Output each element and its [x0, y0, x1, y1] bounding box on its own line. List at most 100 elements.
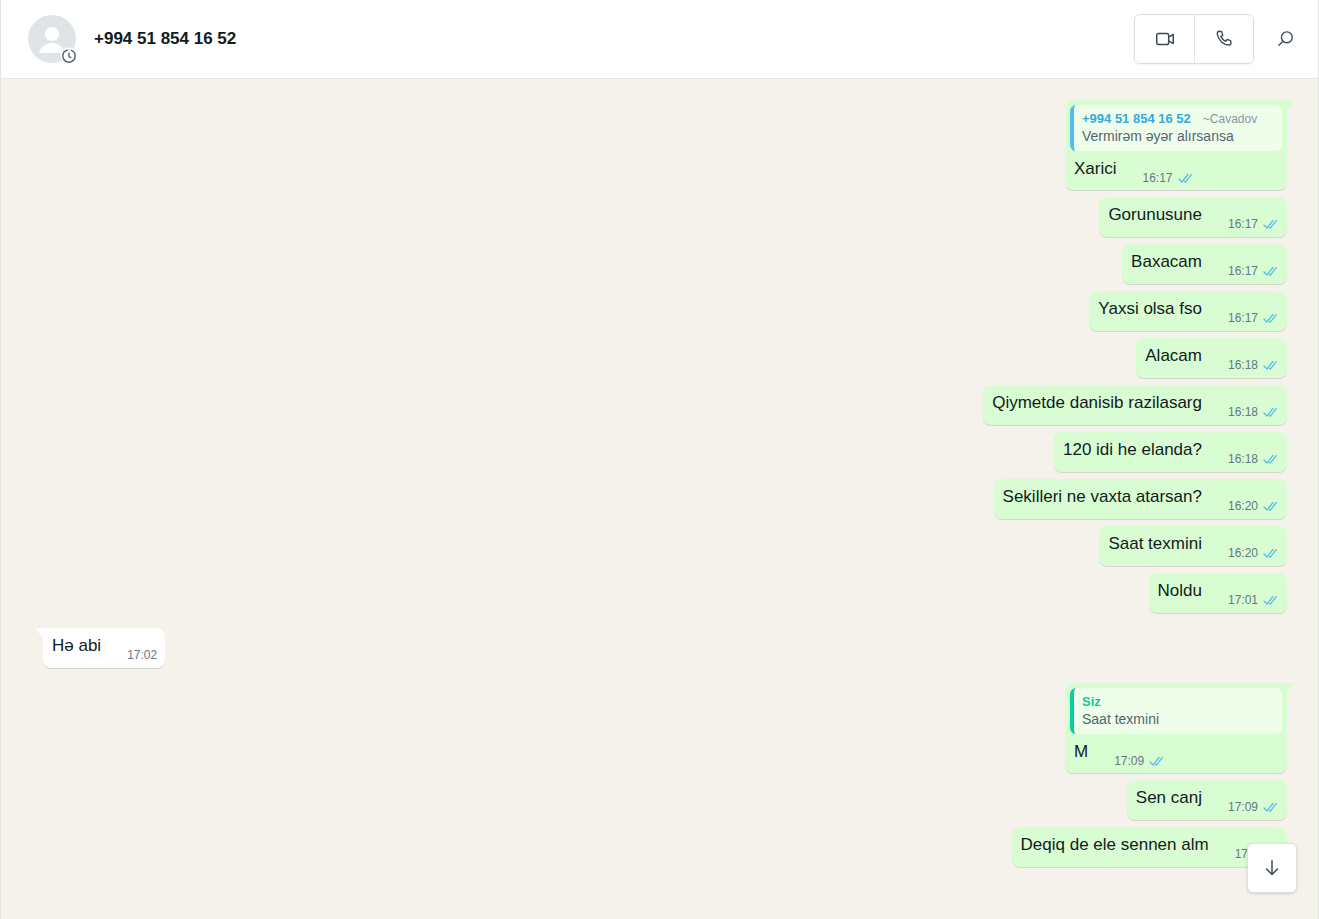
- chat-window: +994 51 854 16 52 +994 51 854 16 52 ~Cav…: [0, 0, 1319, 919]
- read-ticks-icon: [1263, 501, 1279, 512]
- message-time: 17:02: [127, 648, 157, 662]
- message-text: Alacam: [1145, 344, 1202, 367]
- contact-name[interactable]: +994 51 854 16 52: [94, 29, 1134, 49]
- message-text: Qiymetde danisib razilasarg: [992, 391, 1202, 414]
- message-row: Hə abi 17:02: [43, 628, 1287, 668]
- read-ticks-icon: [1149, 756, 1165, 767]
- message-list: +994 51 854 16 52 ~Cavadov Vermirəm əyər…: [1, 79, 1318, 919]
- message-row: Saat texmini 16:20: [43, 526, 1287, 566]
- message-bubble[interactable]: Saat texmini 16:20: [1099, 526, 1287, 566]
- quoted-message[interactable]: Siz Saat texmini: [1070, 688, 1282, 734]
- quote-push-name: ~Cavadov: [1203, 112, 1257, 126]
- message-time: 16:20: [1228, 499, 1258, 513]
- message-bubble[interactable]: Sen canj 17:09: [1127, 780, 1287, 820]
- message-meta: 16:20: [1228, 546, 1279, 560]
- message-time: 16:17: [1228, 217, 1258, 231]
- message-meta: 16:18: [1228, 452, 1279, 466]
- search-button[interactable]: [1274, 27, 1298, 51]
- message-meta: 16:17: [1143, 171, 1194, 185]
- message-meta: 17:02: [127, 648, 157, 662]
- message-text: Gorunusune: [1108, 203, 1202, 226]
- message-text: Sekilleri ne vaxta atarsan?: [1003, 485, 1202, 508]
- read-ticks-icon: [1263, 595, 1279, 606]
- search-icon: [1276, 29, 1296, 49]
- video-call-button[interactable]: [1135, 15, 1194, 63]
- read-ticks-icon: [1263, 313, 1279, 324]
- video-icon: [1154, 28, 1176, 50]
- message-row: Alacam 16:18: [43, 338, 1287, 378]
- read-ticks-icon: [1263, 802, 1279, 813]
- message-text: Hə abi: [52, 634, 101, 657]
- phone-icon: [1213, 28, 1235, 50]
- message-time: 16:20: [1228, 546, 1258, 560]
- message-row: Siz Saat texmini M 17:09: [43, 683, 1287, 773]
- message-meta: 16:17: [1228, 311, 1279, 325]
- message-meta: 17:01: [1228, 593, 1279, 607]
- message-time: 16:17: [1143, 171, 1173, 185]
- scroll-down-button[interactable]: [1247, 843, 1297, 893]
- message-bubble[interactable]: Sekilleri ne vaxta atarsan? 16:20: [994, 479, 1287, 519]
- message-time: 16:17: [1228, 311, 1258, 325]
- message-bubble[interactable]: Qiymetde danisib razilasarg 16:18: [983, 385, 1287, 425]
- quote-author: Siz: [1082, 694, 1101, 709]
- message-meta: 17:09: [1228, 800, 1279, 814]
- message-meta: 16:20: [1228, 499, 1279, 513]
- message-row: 120 idi he elanda? 16:18: [43, 432, 1287, 472]
- message-meta: 17:09: [1114, 754, 1165, 768]
- message-text: Yaxsi olsa fso: [1098, 297, 1202, 320]
- message-text: M: [1074, 740, 1088, 763]
- message-bubble[interactable]: Deqiq de ele sennen alm 17:0: [1012, 827, 1287, 867]
- message-text: Saat texmini: [1108, 532, 1202, 555]
- read-ticks-icon: [1263, 360, 1279, 371]
- message-time: 16:18: [1228, 405, 1258, 419]
- message-bubble[interactable]: Yaxsi olsa fso 16:17: [1089, 291, 1287, 331]
- message-bubble[interactable]: Noldu 17:01: [1149, 573, 1287, 613]
- message-meta: 16:18: [1228, 358, 1279, 372]
- avatar[interactable]: [28, 15, 76, 63]
- message-time: 16:18: [1228, 358, 1258, 372]
- timer-icon: [60, 47, 78, 65]
- message-time: 16:18: [1228, 452, 1258, 466]
- message-meta: 16:17: [1228, 264, 1279, 278]
- quoted-message[interactable]: +994 51 854 16 52 ~Cavadov Vermirəm əyər…: [1070, 105, 1282, 151]
- message-time: 16:17: [1228, 264, 1258, 278]
- message-time: 17:01: [1228, 593, 1258, 607]
- message-row: Noldu 17:01: [43, 573, 1287, 613]
- arrow-down-icon: [1261, 857, 1283, 879]
- read-ticks-icon: [1263, 219, 1279, 230]
- voice-call-button[interactable]: [1194, 15, 1253, 63]
- message-meta: 16:17: [1228, 217, 1279, 231]
- call-buttons: [1134, 14, 1254, 64]
- message-bubble[interactable]: Siz Saat texmini M 17:09: [1065, 683, 1287, 773]
- message-row: Yaxsi olsa fso 16:17: [43, 291, 1287, 331]
- message-row: Gorunusune 16:17: [43, 197, 1287, 237]
- message-row: Qiymetde danisib razilasarg 16:18: [43, 385, 1287, 425]
- message-row: Sekilleri ne vaxta atarsan? 16:20: [43, 479, 1287, 519]
- message-row: Sen canj 17:09: [43, 780, 1287, 820]
- message-text: 120 idi he elanda?: [1063, 438, 1202, 461]
- chat-header: +994 51 854 16 52: [1, 0, 1318, 79]
- message-bubble[interactable]: Hə abi 17:02: [43, 628, 165, 668]
- quote-author: +994 51 854 16 52: [1082, 111, 1191, 126]
- read-ticks-icon: [1263, 454, 1279, 465]
- read-ticks-icon: [1263, 548, 1279, 559]
- message-text: Noldu: [1158, 579, 1202, 602]
- message-text: Xarici: [1074, 157, 1117, 180]
- message-bubble[interactable]: Alacam 16:18: [1136, 338, 1287, 378]
- message-meta: 16:18: [1228, 405, 1279, 419]
- read-ticks-icon: [1263, 266, 1279, 277]
- message-time: 17:09: [1114, 754, 1144, 768]
- message-text: Baxacam: [1131, 250, 1202, 273]
- message-text: Sen canj: [1136, 786, 1202, 809]
- read-ticks-icon: [1263, 407, 1279, 418]
- quote-text: Vermirəm əyər alırsansa: [1082, 128, 1272, 144]
- message-row: Deqiq de ele sennen alm 17:0: [43, 827, 1287, 867]
- message-bubble[interactable]: 120 idi he elanda? 16:18: [1054, 432, 1287, 472]
- message-row: +994 51 854 16 52 ~Cavadov Vermirəm əyər…: [43, 100, 1287, 190]
- message-bubble[interactable]: Gorunusune 16:17: [1099, 197, 1287, 237]
- read-ticks-icon: [1178, 173, 1194, 184]
- message-row: Baxacam 16:17: [43, 244, 1287, 284]
- message-time: 17:09: [1228, 800, 1258, 814]
- message-bubble[interactable]: Baxacam 16:17: [1122, 244, 1287, 284]
- message-bubble[interactable]: +994 51 854 16 52 ~Cavadov Vermirəm əyər…: [1065, 100, 1287, 190]
